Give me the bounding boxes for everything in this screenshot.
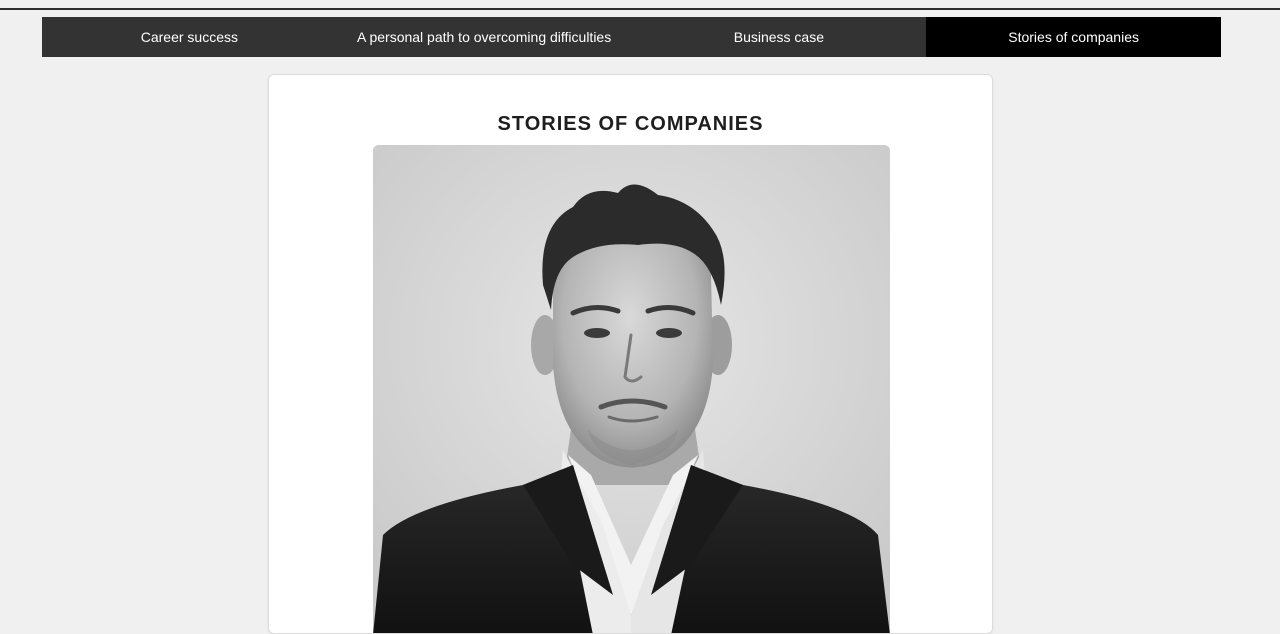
top-navigation: Career success A personal path to overco… [42, 17, 1221, 57]
top-divider [0, 0, 1280, 10]
portrait-image [373, 145, 890, 633]
nav-item-label: A personal path to overcoming difficulti… [357, 29, 612, 45]
nav-item-label: Career success [140, 29, 238, 45]
nav-item-business-case[interactable]: Business case [632, 17, 927, 57]
nav-item-personal-path[interactable]: A personal path to overcoming difficulti… [337, 17, 632, 57]
page-title: STORIES OF COMPANIES [497, 113, 764, 135]
nav-item-label: Stories of companies [1008, 29, 1139, 45]
nav-item-career-success[interactable]: Career success [42, 17, 337, 57]
content-card: STORIES OF COMPANIES [268, 74, 993, 634]
nav-item-label: Business case [733, 29, 825, 45]
nav-item-stories-of-companies[interactable]: Stories of companies [926, 17, 1221, 57]
